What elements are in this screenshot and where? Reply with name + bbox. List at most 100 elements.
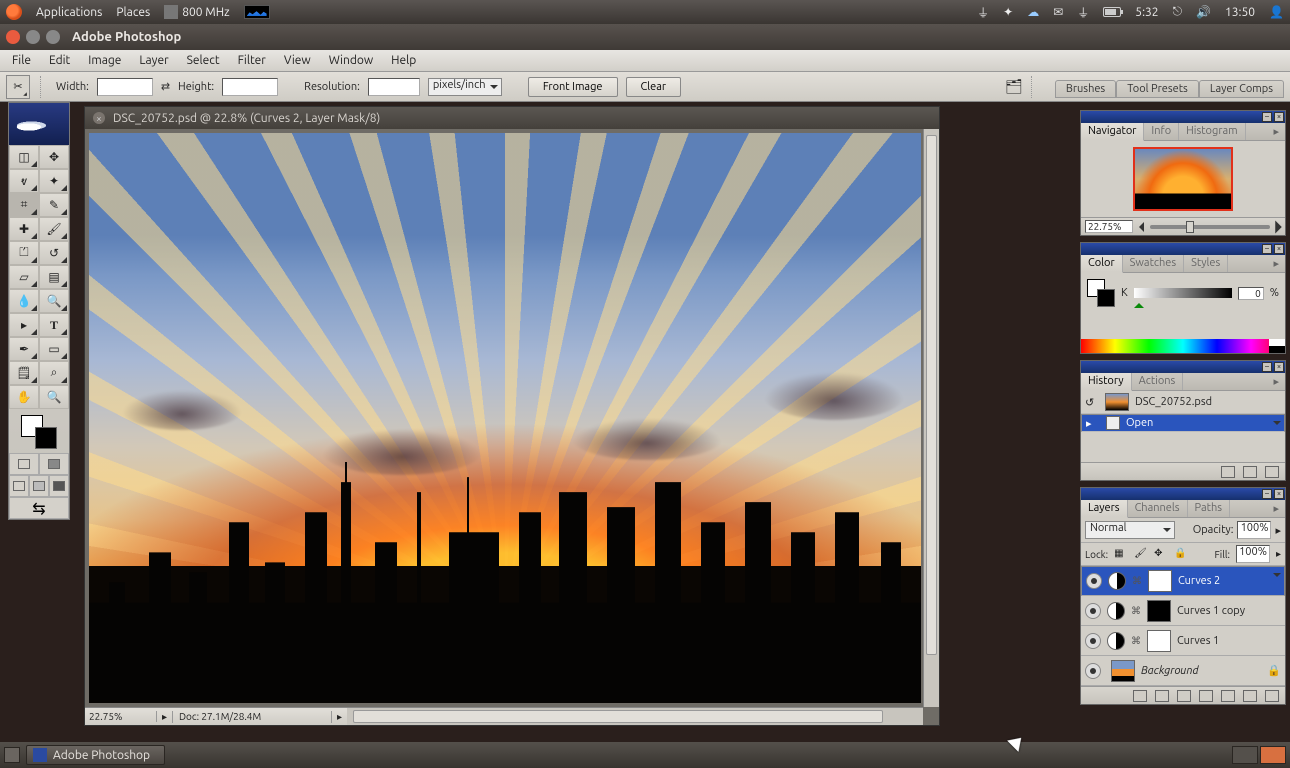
layer-row[interactable]: ⌘ Curves 2 [1081, 566, 1285, 596]
resolution-unit-select[interactable]: pixels/inch [428, 78, 502, 96]
status-menu-icon[interactable]: ▸ [331, 711, 347, 723]
width-input[interactable] [97, 78, 153, 96]
delete-layer-icon[interactable] [1265, 690, 1279, 702]
fill-flyout-icon[interactable]: ▸ [1276, 548, 1281, 560]
opacity-input[interactable]: 100% [1237, 521, 1271, 539]
panel-close-icon[interactable]: × [1274, 244, 1284, 254]
volume-icon[interactable]: 🔊 [1196, 5, 1211, 19]
panel-titlebar[interactable]: –× [1081, 111, 1285, 123]
menu-filter[interactable]: Filter [230, 52, 274, 69]
layer-name[interactable]: Curves 2 [1178, 575, 1220, 587]
history-snapshot-row[interactable]: ↺ DSC_20752.psd [1081, 391, 1285, 414]
tool-blur[interactable]: 💧 [9, 289, 39, 313]
link-layers-icon[interactable] [1133, 690, 1147, 702]
menu-layer[interactable]: Layer [131, 52, 176, 69]
status-zoom[interactable]: 22.75% [85, 711, 157, 722]
swap-wh-icon[interactable]: ⇄ [161, 80, 170, 93]
tab-info[interactable]: Info [1144, 123, 1179, 140]
tab-color[interactable]: Color [1081, 255, 1123, 273]
weather-icon[interactable]: ☁ [1027, 5, 1039, 19]
front-image-button[interactable]: Front Image [528, 77, 618, 97]
foreground-background-swatches[interactable] [9, 409, 69, 453]
menu-view[interactable]: View [276, 52, 319, 69]
layer-name[interactable]: Curves 1 [1177, 635, 1219, 647]
status-doc-size[interactable]: Doc: 27.1M/28.4M [173, 711, 331, 722]
clear-button[interactable]: Clear [626, 77, 682, 97]
edit-standard-mode[interactable] [9, 453, 39, 475]
cpu-freq-applet[interactable]: 800 MHz [164, 5, 229, 19]
applications-menu[interactable]: Applications [36, 6, 102, 19]
color-swatch-pair[interactable] [1087, 279, 1115, 307]
visibility-toggle-icon[interactable] [1085, 603, 1101, 619]
tool-shape[interactable]: ▭ [39, 337, 69, 361]
tool-pen[interactable]: ✒ [9, 337, 39, 361]
status-expand-icon[interactable]: ▸ [157, 711, 173, 723]
delete-state-icon[interactable] [1265, 466, 1279, 478]
tool-path-select[interactable]: ▸ [9, 313, 39, 337]
layer-name[interactable]: Background [1141, 665, 1199, 677]
layer-row[interactable]: Background 🔒 [1081, 656, 1285, 686]
panel-close-icon[interactable]: × [1274, 112, 1284, 122]
horizontal-scrollbar[interactable] [347, 707, 923, 725]
panel-menu-icon[interactable]: ▸ [1267, 255, 1285, 272]
vertical-scrollbar[interactable] [923, 129, 939, 707]
layer-mask-thumbnail[interactable] [1148, 570, 1172, 592]
tool-brush[interactable]: 🖌 [39, 217, 69, 241]
window-maximize-button[interactable] [46, 30, 60, 44]
window-minimize-button[interactable] [26, 30, 40, 44]
tool-magic-wand[interactable]: ✦ [39, 169, 69, 193]
history-brush-source-icon[interactable]: ↺ [1085, 396, 1099, 409]
group-icon[interactable] [1221, 690, 1235, 702]
blend-mode-select[interactable]: Normal [1085, 521, 1175, 539]
navigator-zoom-slider[interactable] [1150, 225, 1270, 229]
tool-healing[interactable]: ✚ [9, 217, 39, 241]
tab-paths[interactable]: Paths [1188, 500, 1231, 517]
toolbox-header[interactable] [9, 103, 69, 145]
battery-icon[interactable] [1103, 7, 1121, 17]
menu-select[interactable]: Select [179, 52, 228, 69]
wifi-signal-icon[interactable]: ⏚ [1077, 4, 1089, 21]
resolution-input[interactable] [368, 78, 420, 96]
workspace-1[interactable] [1232, 746, 1258, 764]
document-close-button[interactable]: × [93, 112, 105, 124]
network-wifi-icon[interactable]: ⏚ [977, 4, 989, 21]
color-spectrum[interactable] [1081, 339, 1285, 353]
tool-eyedropper[interactable]: ⌕ [39, 361, 69, 385]
system-monitor-graph[interactable] [244, 5, 270, 19]
adjustment-layer-new-icon[interactable] [1199, 690, 1213, 702]
panel-close-icon[interactable]: × [1274, 362, 1284, 372]
tab-actions[interactable]: Actions [1132, 373, 1184, 390]
edit-quickmask-mode[interactable] [39, 453, 69, 475]
screen-standard[interactable] [9, 475, 29, 497]
clock[interactable]: 13:50 [1225, 6, 1255, 19]
places-menu[interactable]: Places [116, 6, 150, 19]
taskbar-app-button[interactable]: Adobe Photoshop [26, 745, 165, 765]
panel-menu-icon[interactable]: ▸ [1267, 500, 1285, 517]
menu-edit[interactable]: Edit [41, 52, 78, 69]
tool-stamp[interactable]: ⏍ [9, 241, 39, 265]
zoom-in-icon[interactable] [1275, 220, 1282, 233]
canvas-viewport[interactable] [85, 129, 923, 707]
visibility-toggle-icon[interactable] [1086, 573, 1102, 589]
menu-window[interactable]: Window [321, 52, 381, 69]
tab-swatches[interactable]: Swatches [1123, 255, 1184, 272]
menu-image[interactable]: Image [80, 52, 129, 69]
tool-type[interactable]: T [39, 313, 69, 337]
panel-menu-icon[interactable]: ▸ [1267, 373, 1285, 390]
background-color[interactable] [35, 427, 57, 449]
bluetooth-icon[interactable]: ⎋ [1173, 5, 1183, 19]
menu-file[interactable]: File [4, 52, 39, 69]
tool-marquee[interactable]: ◫ [9, 145, 39, 169]
new-layer-icon[interactable] [1243, 690, 1257, 702]
window-titlebar[interactable]: Adobe Photoshop [0, 24, 1290, 50]
zoom-out-icon[interactable] [1139, 222, 1144, 232]
tool-history-brush[interactable]: ↺ [39, 241, 69, 265]
tab-layers[interactable]: Layers [1081, 500, 1128, 518]
layer-row[interactable]: ⌘ Curves 1 [1081, 626, 1285, 656]
tool-dodge[interactable]: 🔍 [39, 289, 69, 313]
visibility-toggle-icon[interactable] [1085, 633, 1101, 649]
tab-channels[interactable]: Channels [1128, 500, 1188, 517]
tool-move[interactable]: ✥ [39, 145, 69, 169]
image-canvas[interactable] [89, 133, 921, 703]
tab-layer-comps[interactable]: Layer Comps [1199, 80, 1284, 97]
